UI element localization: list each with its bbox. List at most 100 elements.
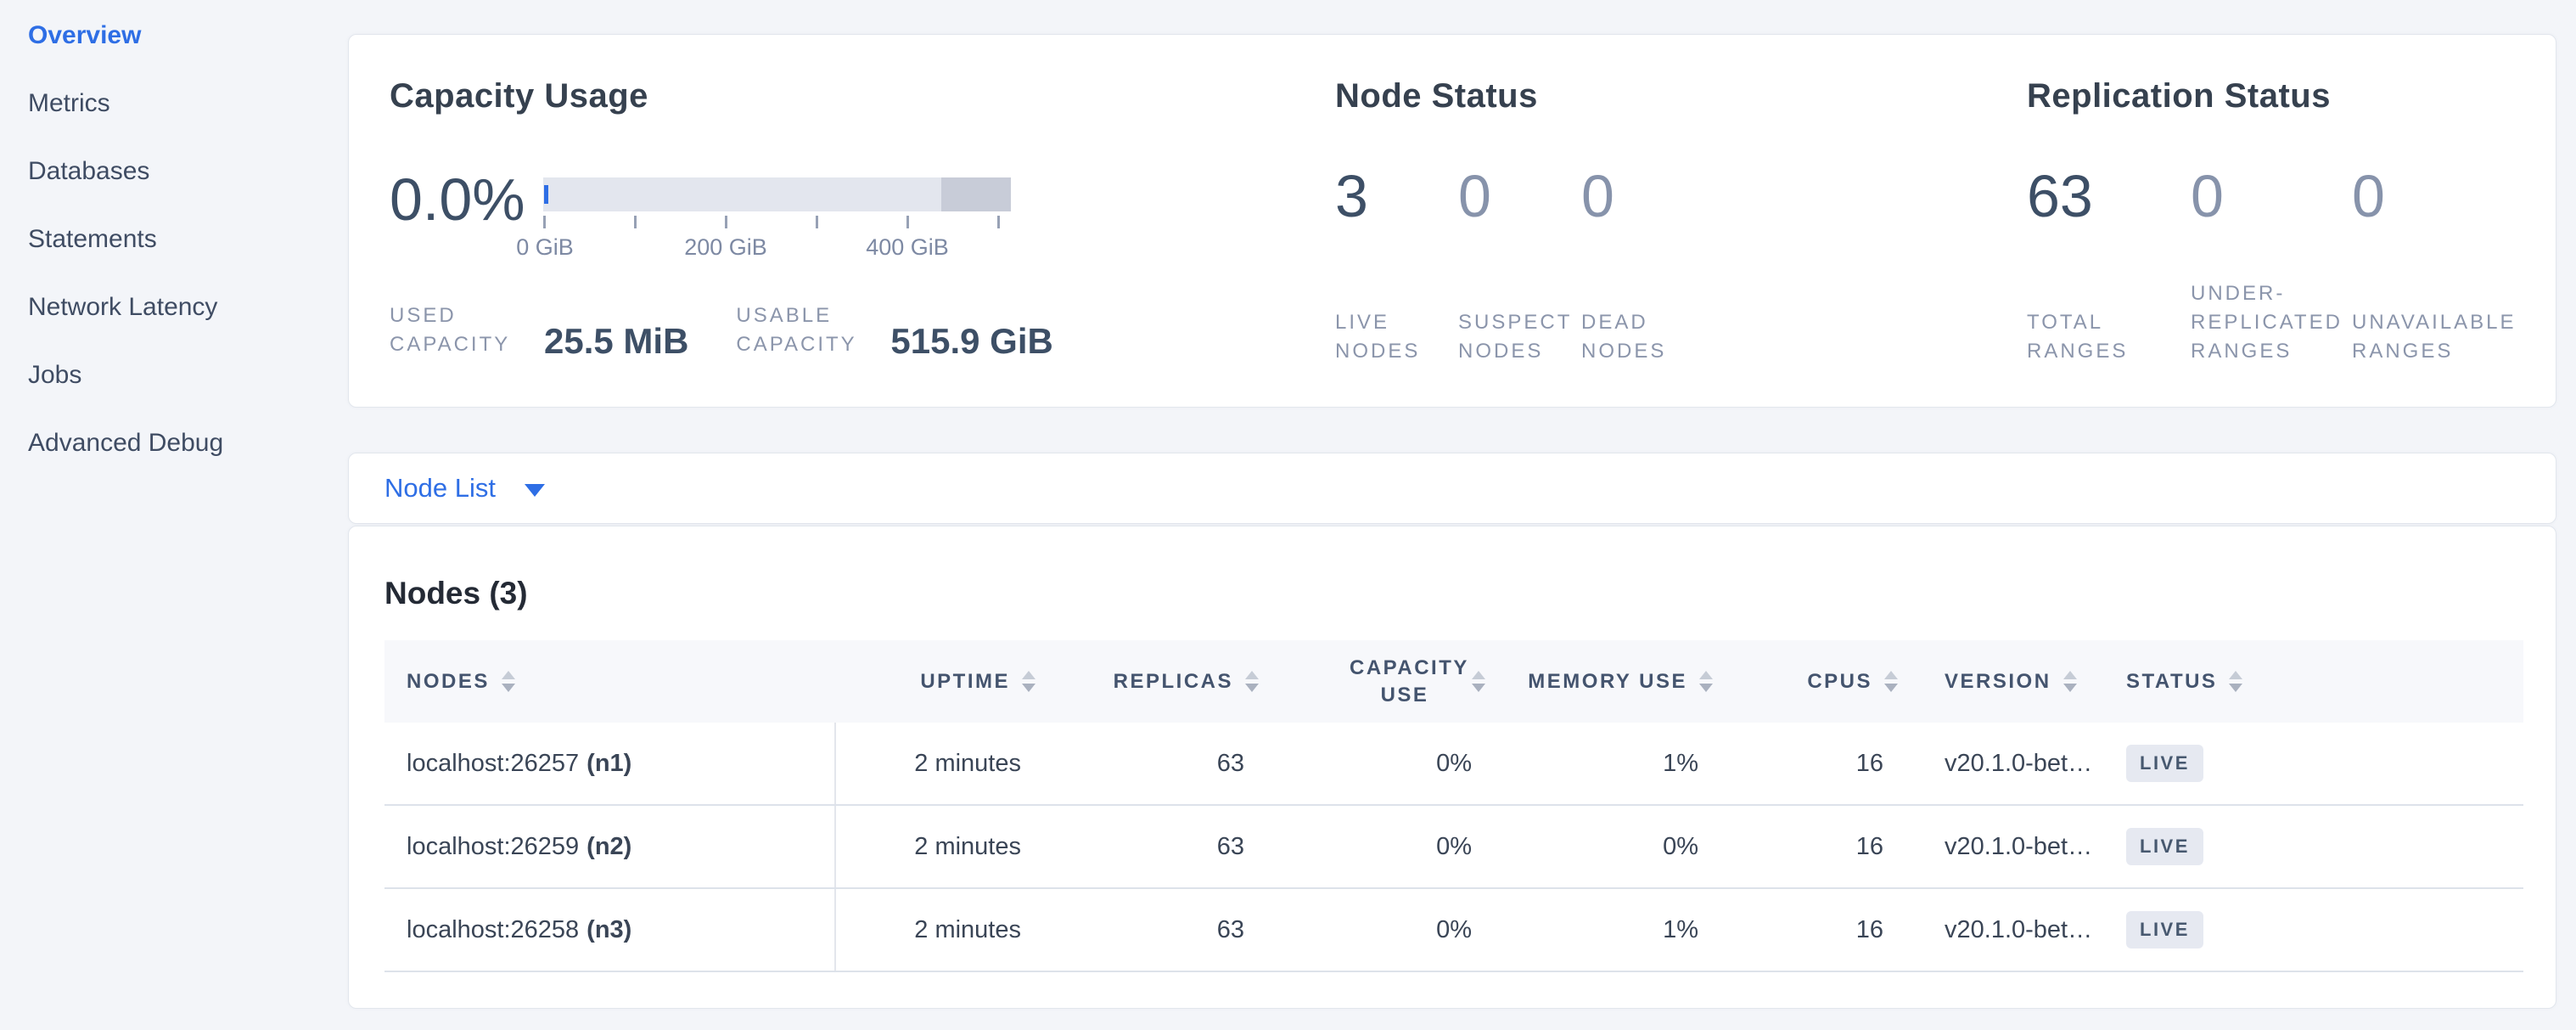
node-link[interactable]: localhost:26258 (n3) (407, 916, 631, 944)
suspect-nodes-value: 0 (1458, 166, 1581, 227)
sidebar-item-databases[interactable]: Databases (28, 159, 334, 184)
column-header-nodes[interactable]: NODES (384, 640, 836, 723)
live-nodes-stat: 3 LIVE NODES (1335, 166, 1458, 366)
usable-capacity-label: USABLE CAPACITY (736, 301, 887, 359)
sidebar-item-overview[interactable]: Overview (28, 23, 334, 48)
memory-use-cell: 1% (1492, 723, 1720, 804)
status-badge: LIVE (2126, 911, 2203, 948)
capacity-use-cell: 0% (1266, 723, 1492, 804)
live-nodes-value: 3 (1335, 166, 1458, 227)
chevron-down-icon (525, 484, 545, 497)
cluster-summary-card: Capacity Usage 0.0% 0 GiB 200 GiB 400 Gi… (348, 34, 2556, 408)
under-replicated-stat: 0 UNDER-REPLICATED RANGES (2191, 166, 2352, 366)
version-cell: v20.1.0-bet… (1905, 806, 2106, 887)
column-header-status[interactable]: STATUS (2106, 640, 2523, 723)
version-cell: v20.1.0-bet… (1905, 889, 2106, 971)
sort-icon (2229, 671, 2242, 692)
capacity-bar-other-segment (941, 177, 1011, 211)
capacity-bar (543, 177, 1011, 211)
under-replicated-label: UNDER-REPLICATED RANGES (2191, 279, 2352, 366)
capacity-use-cell: 0% (1266, 889, 1492, 971)
node-status-stats: 3 LIVE NODES 0 SUSPECT NODES 0 DEAD NODE… (1335, 166, 1704, 366)
memory-use-cell: 0% (1492, 806, 1720, 887)
uptime-cell: 2 minutes (836, 806, 1042, 887)
memory-use-cell: 1% (1492, 889, 1720, 971)
node-host: localhost:26257 (407, 750, 579, 778)
status-badge: LIVE (2126, 745, 2203, 782)
column-header-capacity-use[interactable]: CAPACITY USE (1266, 640, 1492, 723)
used-capacity-value: 25.5 MiB (544, 321, 688, 362)
table-body: localhost:26257 (n1) 2 minutes 63 0% 1% … (384, 723, 2523, 972)
cpus-cell: 16 (1720, 806, 1905, 887)
column-header-replicas[interactable]: REPLICAS (1042, 640, 1266, 723)
capacity-bar-usable-segment (543, 177, 941, 211)
node-list-dropdown-card: Node List (348, 453, 2556, 524)
node-id: (n1) (586, 750, 631, 778)
sort-icon (1472, 671, 1485, 692)
sidebar-item-advanced-debug[interactable]: Advanced Debug (28, 431, 334, 456)
capacity-axis-labels: 0 GiB 200 GiB 400 GiB (543, 234, 1011, 260)
node-id: (n3) (586, 916, 631, 944)
capacity-bar-used-indicator (544, 185, 548, 204)
unavailable-ranges-label: UNAVAILABLE RANGES (2352, 308, 2513, 366)
axis-label-400gib: 400 GiB (866, 234, 949, 261)
node-link[interactable]: localhost:26257 (n1) (407, 750, 631, 778)
node-host: localhost:26259 (407, 833, 579, 861)
axis-label-200gib: 200 GiB (684, 234, 767, 261)
axis-label-0gib: 0 GiB (516, 234, 574, 261)
suspect-nodes-label: SUSPECT NODES (1458, 308, 1564, 366)
column-header-version[interactable]: VERSION (1905, 640, 2106, 723)
node-list-dropdown[interactable]: Node List (349, 453, 2556, 523)
sidebar-item-jobs[interactable]: Jobs (28, 363, 334, 388)
sidebar-item-network-latency[interactable]: Network Latency (28, 295, 334, 320)
cpus-cell: 16 (1720, 723, 1905, 804)
table-row: localhost:26259 (n2) 2 minutes 63 0% 0% … (384, 806, 2523, 889)
node-status-title: Node Status (1335, 77, 1980, 115)
column-header-memory-use[interactable]: MEMORY USE (1492, 640, 1720, 723)
suspect-nodes-stat: 0 SUSPECT NODES (1458, 166, 1581, 366)
capacity-use-cell: 0% (1266, 806, 1492, 887)
sidebar: Overview Metrics Databases Statements Ne… (28, 23, 334, 498)
sort-icon (502, 671, 515, 692)
total-ranges-stat: 63 TOTAL RANGES (2027, 166, 2191, 366)
uptime-cell: 2 minutes (836, 889, 1042, 971)
column-header-uptime[interactable]: UPTIME (836, 640, 1042, 723)
nodes-table: NODES UPTIME REPLICAS CAPACITY USE MEMOR… (384, 640, 2523, 972)
replication-status-title: Replication Status (2027, 77, 2536, 115)
capacity-axis-ticks (543, 216, 1011, 229)
node-list-dropdown-label: Node List (384, 473, 496, 504)
replicas-cell: 63 (1042, 723, 1266, 804)
capacity-usage-title: Capacity Usage (390, 77, 1306, 115)
node-link[interactable]: localhost:26259 (n2) (407, 833, 631, 861)
replicas-cell: 63 (1042, 889, 1266, 971)
sidebar-item-metrics[interactable]: Metrics (28, 91, 334, 116)
sort-icon (1022, 671, 1035, 692)
dead-nodes-value: 0 (1581, 166, 1704, 227)
capacity-usage-chart: 0 GiB 200 GiB 400 GiB (543, 177, 1011, 260)
node-status-section: Node Status 3 LIVE NODES 0 SUSPECT NODES… (1335, 77, 1980, 115)
sort-icon (1699, 671, 1713, 692)
capacity-metrics: USED CAPACITY 25.5 MiB USABLE CAPACITY 5… (390, 301, 1053, 359)
sidebar-item-statements[interactable]: Statements (28, 227, 334, 252)
table-row: localhost:26257 (n1) 2 minutes 63 0% 1% … (384, 723, 2523, 806)
version-cell: v20.1.0-bet… (1905, 723, 2106, 804)
replication-stats: 63 TOTAL RANGES 0 UNDER-REPLICATED RANGE… (2027, 166, 2516, 366)
dead-nodes-label: DEAD NODES (1581, 308, 1687, 366)
node-host: localhost:26258 (407, 916, 579, 944)
total-ranges-value: 63 (2027, 166, 2191, 227)
sort-icon (1245, 671, 1259, 692)
dead-nodes-stat: 0 DEAD NODES (1581, 166, 1704, 366)
under-replicated-value: 0 (2191, 166, 2352, 227)
usable-capacity-value: 515.9 GiB (890, 321, 1052, 362)
nodes-table-card: Nodes (3) NODES UPTIME REPLICAS CAPACITY… (348, 526, 2556, 1009)
used-capacity-label: USED CAPACITY (390, 301, 541, 359)
total-ranges-label: TOTAL RANGES (2027, 308, 2188, 366)
live-nodes-label: LIVE NODES (1335, 308, 1441, 366)
uptime-cell: 2 minutes (836, 723, 1042, 804)
column-header-cpus[interactable]: CPUS (1720, 640, 1905, 723)
replicas-cell: 63 (1042, 806, 1266, 887)
unavailable-ranges-value: 0 (2352, 166, 2516, 227)
unavailable-ranges-stat: 0 UNAVAILABLE RANGES (2352, 166, 2516, 366)
node-id: (n2) (586, 833, 631, 861)
capacity-usage-section: Capacity Usage 0.0% 0 GiB 200 GiB 400 Gi… (390, 77, 1306, 115)
